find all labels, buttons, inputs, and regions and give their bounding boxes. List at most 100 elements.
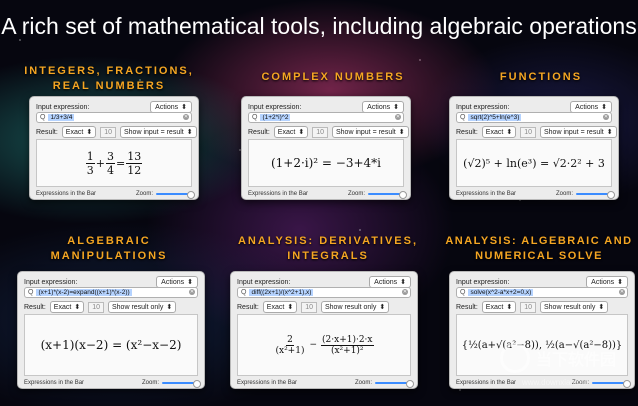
- actions-label: Actions: [591, 278, 615, 286]
- search-icon: Q: [241, 289, 247, 296]
- chevron-down-icon: ⬍: [598, 304, 605, 311]
- show-mode-select[interactable]: Show result only ⬍: [320, 301, 390, 313]
- label-line1: ALGEBRAIC: [67, 235, 151, 247]
- expression-input[interactable]: Q diff((2x+1)/(x^2+1),x) ✕: [237, 287, 411, 298]
- expression-input[interactable]: Q sqrt(2)^5+ln(e^3) ✕: [456, 112, 612, 123]
- result-mode-select[interactable]: Exact ⬍: [49, 301, 85, 313]
- clear-icon[interactable]: ✕: [395, 114, 401, 120]
- actions-label: Actions: [374, 278, 398, 286]
- input-expression-label: Input expression:: [36, 103, 90, 111]
- expression-input[interactable]: Q 1/3+3/4 ✕: [36, 112, 192, 123]
- zoom-slider[interactable]: [156, 191, 195, 199]
- digits-field[interactable]: 10: [301, 301, 317, 313]
- chevron-down-icon: ⬍: [606, 129, 613, 136]
- result-mode-select[interactable]: Exact ⬍: [262, 301, 298, 313]
- search-icon: Q: [40, 114, 46, 121]
- zoom-label: Zoom:: [354, 380, 372, 386]
- zoom-slider[interactable]: [592, 380, 631, 388]
- result-display: 13 + 34 = 13 12: [36, 139, 192, 187]
- result-display: 2 (x²+1) − (2·x+1)·2·x (x²+1)²: [237, 314, 411, 376]
- result-mode-select[interactable]: Exact ⬍: [61, 126, 97, 138]
- show-mode-select[interactable]: Show input = result ⬍: [331, 126, 409, 138]
- zoom-slider[interactable]: [368, 191, 407, 199]
- show-mode-value: Show result only: [324, 303, 377, 311]
- show-mode-value: Show input = result: [543, 128, 604, 136]
- expressions-bar-label: Expressions in the Bar: [24, 380, 85, 386]
- label-line1: ANALYSIS: ALGEBRAIC AND: [445, 235, 633, 247]
- watermark-logo-icon: [500, 343, 530, 373]
- result-label: Result:: [456, 128, 478, 136]
- calculator-window-complex: Input expression: Actions ⬍ Q (1+2*i)^2 ✕…: [241, 96, 411, 200]
- result-label: Result:: [456, 303, 478, 311]
- operator-minus: −: [309, 340, 318, 350]
- zoom-slider[interactable]: [375, 380, 414, 388]
- expression-value: 1/3+3/4: [48, 114, 75, 121]
- expression-input[interactable]: Q solve(x^2-a*x+2=0,x) ✕: [456, 287, 628, 298]
- fraction-denominator: (x²+1): [275, 345, 305, 356]
- result-mode-select[interactable]: Exact ⬍: [481, 301, 517, 313]
- clear-icon[interactable]: ✕: [189, 289, 195, 295]
- result-display: (1+2·i)² = −3+4*i: [248, 139, 404, 187]
- input-expression-label: Input expression:: [24, 278, 78, 286]
- clear-icon[interactable]: ✕: [183, 114, 189, 120]
- expressions-bar-label: Expressions in the Bar: [248, 191, 309, 197]
- show-mode-select[interactable]: Show input = result ⬍: [539, 126, 617, 138]
- digits-field[interactable]: 10: [520, 301, 536, 313]
- result-mode-value: Exact: [266, 303, 285, 311]
- digits-field[interactable]: 10: [520, 126, 536, 138]
- chevron-down-icon: ⬍: [379, 304, 386, 311]
- zoom-label: Zoom:: [555, 191, 573, 197]
- zoom-slider[interactable]: [576, 191, 615, 199]
- zoom-label: Zoom:: [347, 191, 365, 197]
- chevron-down-icon: ⬍: [393, 104, 399, 111]
- operator-plus: +: [95, 156, 105, 170]
- show-mode-select[interactable]: Show result only ⬍: [107, 301, 177, 313]
- input-expression-label: Input expression:: [456, 278, 510, 286]
- digits-field[interactable]: 10: [88, 301, 104, 313]
- calculator-window-integers: Input expression: Actions ⬍ Q 1/3+3/4 ✕ R…: [29, 96, 199, 200]
- expression-input[interactable]: Q (x+1)*(x-2)=expand((x+1)*(x-2)) ✕: [24, 287, 198, 298]
- chevron-down-icon: ⬍: [400, 279, 406, 286]
- result-display: (√2)⁵ + ln(e³) = √2·2² + 3: [456, 139, 612, 187]
- chevron-down-icon: ⬍: [298, 129, 305, 136]
- chevron-down-icon: ⬍: [506, 304, 513, 311]
- show-mode-value: Show result only: [111, 303, 164, 311]
- result-mode-value: Exact: [485, 303, 504, 311]
- label-line1: FUNCTIONS: [499, 71, 583, 83]
- result-display: (x+1)(x−2) = (x²−x−2): [24, 314, 198, 376]
- result-label: Result:: [36, 128, 58, 136]
- chevron-down-icon: ⬍: [186, 129, 193, 136]
- expression-input[interactable]: Q (1+2*i)^2 ✕: [248, 112, 404, 123]
- zoom-label: Zoom:: [141, 380, 159, 386]
- actions-label: Actions: [161, 278, 185, 286]
- label-line2: MANIPULATIONS: [50, 250, 168, 262]
- chevron-down-icon: ⬍: [506, 129, 513, 136]
- show-mode-select[interactable]: Show result only ⬍: [539, 301, 609, 313]
- input-expression-label: Input expression:: [237, 278, 291, 286]
- show-mode-select[interactable]: Show input = result ⬍: [119, 126, 197, 138]
- chevron-down-icon: ⬍: [74, 304, 81, 311]
- clear-icon[interactable]: ✕: [402, 289, 408, 295]
- show-mode-value: Show input = result: [123, 128, 184, 136]
- result-mode-select[interactable]: Exact ⬍: [273, 126, 309, 138]
- clear-icon[interactable]: ✕: [603, 114, 609, 120]
- result-mode-select[interactable]: Exact ⬍: [481, 126, 517, 138]
- section-label-functions: FUNCTIONS: [452, 70, 630, 85]
- result-mode-value: Exact: [65, 128, 84, 136]
- label-line1: COMPLEX NUMBERS: [261, 71, 405, 83]
- expression-value: sqrt(2)^5+ln(e^3): [468, 114, 522, 121]
- expressions-bar-label: Expressions in the Bar: [237, 380, 298, 386]
- fraction-numerator: 3: [106, 149, 115, 164]
- fraction-numerator: 2: [286, 334, 294, 346]
- watermark-url: www.downxia.com: [522, 378, 588, 387]
- digits-field[interactable]: 10: [312, 126, 328, 138]
- fraction-denominator: 4: [107, 163, 114, 177]
- zoom-slider[interactable]: [162, 380, 201, 388]
- expression-value: (1+2*i)^2: [260, 114, 291, 121]
- fraction-numerator: (2·x+1)·2·x: [321, 334, 374, 346]
- zoom-label: Zoom:: [135, 191, 153, 197]
- clear-icon[interactable]: ✕: [619, 289, 625, 295]
- search-icon: Q: [460, 114, 466, 121]
- digits-field[interactable]: 10: [100, 126, 116, 138]
- chevron-down-icon: ⬍: [86, 129, 93, 136]
